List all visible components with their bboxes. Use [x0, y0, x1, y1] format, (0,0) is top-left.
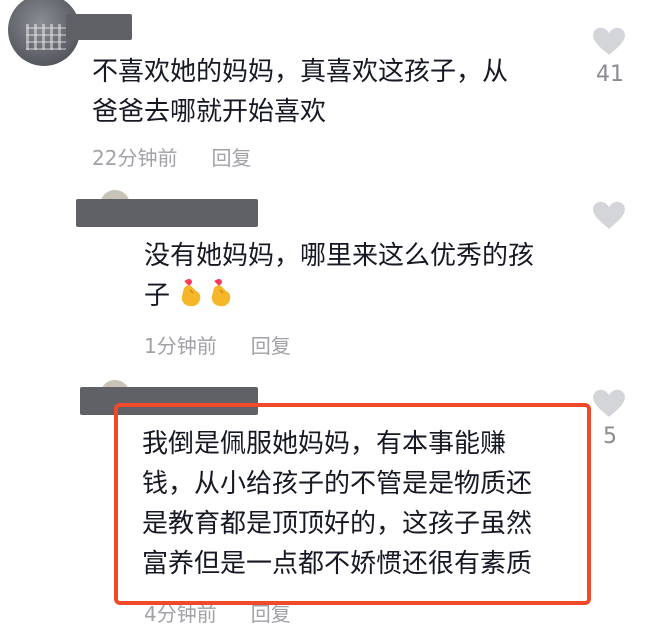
finger-heart-emoji-icon [182, 278, 201, 307]
like-count: 5 [603, 424, 617, 449]
username-redacted[interactable] [66, 14, 132, 40]
reply-button[interactable]: 回复 [211, 142, 251, 171]
comment-time: 1分钟前 [144, 334, 217, 358]
comment-meta: 22分钟前 回复 [92, 142, 251, 171]
username-redacted[interactable] [76, 199, 258, 227]
like-heart-icon[interactable] [592, 200, 626, 230]
like-heart-icon[interactable] [592, 388, 626, 418]
comment-text: 没有她妈妈，哪里来这么优秀的孩 子 [144, 241, 535, 311]
comment-meta: 1分钟前 回复 [144, 330, 291, 359]
highlight-box [114, 403, 591, 605]
finger-heart-emoji-icon [212, 278, 231, 307]
reply-button[interactable]: 回复 [251, 330, 291, 359]
like-count: 41 [596, 62, 624, 87]
comment-text: 不喜欢她的妈妈，真喜欢这孩子，从 爸爸去哪就开始喜欢 [92, 57, 509, 127]
comment-time: 22分钟前 [92, 146, 178, 170]
like-heart-icon[interactable] [592, 26, 626, 56]
